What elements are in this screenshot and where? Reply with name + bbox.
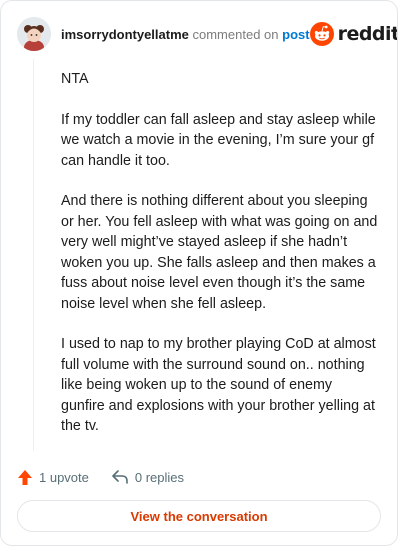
comment-actions: 1 upvote 0 replies: [17, 467, 381, 487]
reddit-logo[interactable]: reddit: [309, 22, 398, 46]
reply-count: 0 replies: [134, 469, 185, 485]
comment-header: imsorrydontyellatme commented on post re…: [17, 17, 397, 51]
upvote-arrow-icon: [18, 469, 32, 485]
reddit-wordmark: reddit: [337, 23, 398, 45]
reply-arrow-icon: [112, 470, 128, 484]
embedded-comment-card: imsorrydontyellatme commented on post re…: [0, 0, 398, 546]
comment-paragraph: NTA: [61, 71, 89, 87]
comment-paragraph: If my toddler can fall asleep and stay a…: [61, 111, 376, 169]
comment-paragraph: And there is nothing different about you…: [61, 193, 378, 312]
upvote-button[interactable]: 1 upvote: [17, 469, 89, 486]
comment-meta: imsorrydontyellatme commented on post: [61, 27, 310, 42]
upvote-count: 1 upvote: [39, 469, 89, 485]
avatar[interactable]: [17, 17, 51, 51]
comment-paragraph: I used to nap to my brother playing CoD …: [61, 336, 376, 434]
reddit-snoo-icon: [309, 22, 334, 46]
thread-line: [33, 59, 34, 451]
avatar-illustration-icon: [17, 17, 51, 51]
username-link[interactable]: imsorrydontyellatme: [61, 27, 189, 42]
commented-on-text: commented on: [192, 26, 279, 42]
view-conversation-button[interactable]: View the conversation: [17, 500, 381, 532]
comment-body: NTA If my toddler can fall asleep and st…: [61, 69, 379, 457]
post-link[interactable]: post: [282, 27, 309, 42]
reply-button[interactable]: 0 replies: [111, 469, 184, 485]
